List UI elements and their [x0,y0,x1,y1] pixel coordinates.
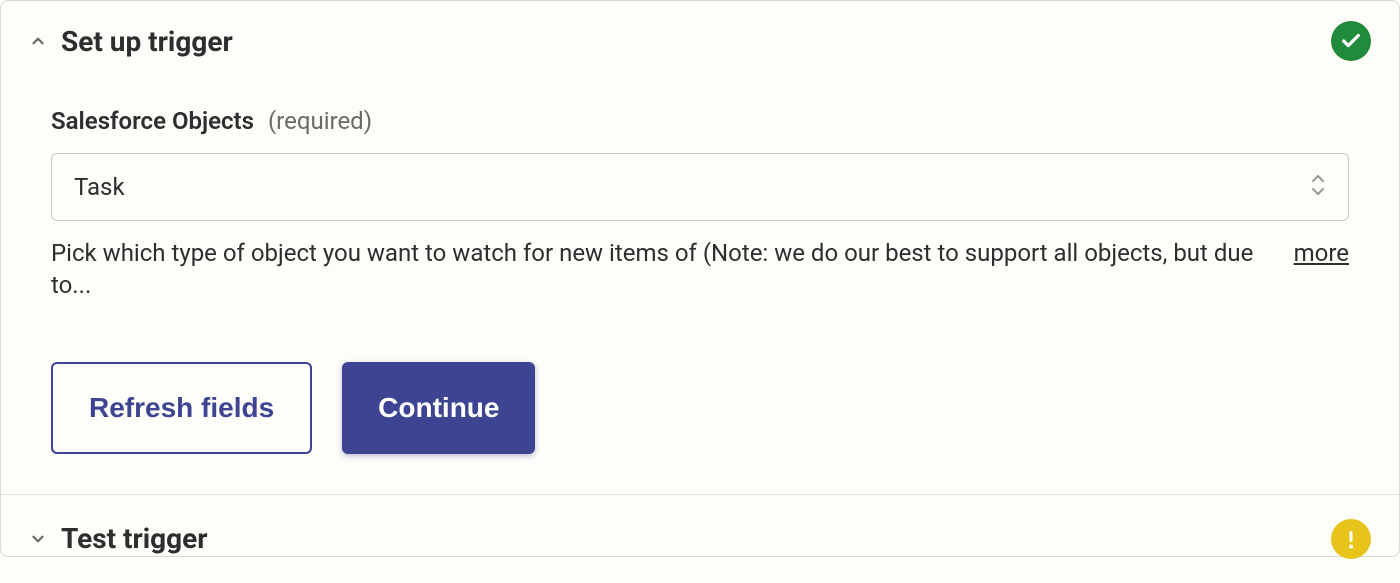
setup-trigger-body: Salesforce Objects (required) Task Pick … [1,73,1399,494]
help-text: Pick which type of object you want to wa… [51,237,1264,302]
field-label-row: Salesforce Objects (required) [51,107,1349,135]
button-row: Refresh fields Continue [51,362,1349,454]
salesforce-object-select[interactable]: Task [51,153,1349,221]
help-row: Pick which type of object you want to wa… [51,237,1349,302]
setup-trigger-section: Set up trigger Salesforce Objects (requi… [1,1,1399,495]
test-trigger-section: Test trigger [1,495,1399,583]
chevron-up-icon [29,32,47,50]
setup-trigger-title: Set up trigger [61,25,1317,58]
select-value: Task [74,173,125,201]
trigger-panel: Set up trigger Salesforce Objects (requi… [0,0,1400,557]
status-badge-warning [1331,519,1371,559]
test-trigger-header[interactable]: Test trigger [1,495,1399,583]
chevron-down-icon [29,530,47,548]
field-required: (required) [268,107,372,135]
refresh-fields-button[interactable]: Refresh fields [51,362,312,454]
field-label: Salesforce Objects [51,107,254,135]
continue-button[interactable]: Continue [342,362,535,454]
check-icon [1340,30,1362,52]
status-badge-success [1331,21,1371,61]
salesforce-object-select-wrap: Task [51,153,1349,221]
more-link[interactable]: more [1294,239,1349,267]
test-trigger-title: Test trigger [61,522,1317,555]
exclamation-icon [1347,527,1355,551]
setup-trigger-header[interactable]: Set up trigger [1,1,1399,73]
